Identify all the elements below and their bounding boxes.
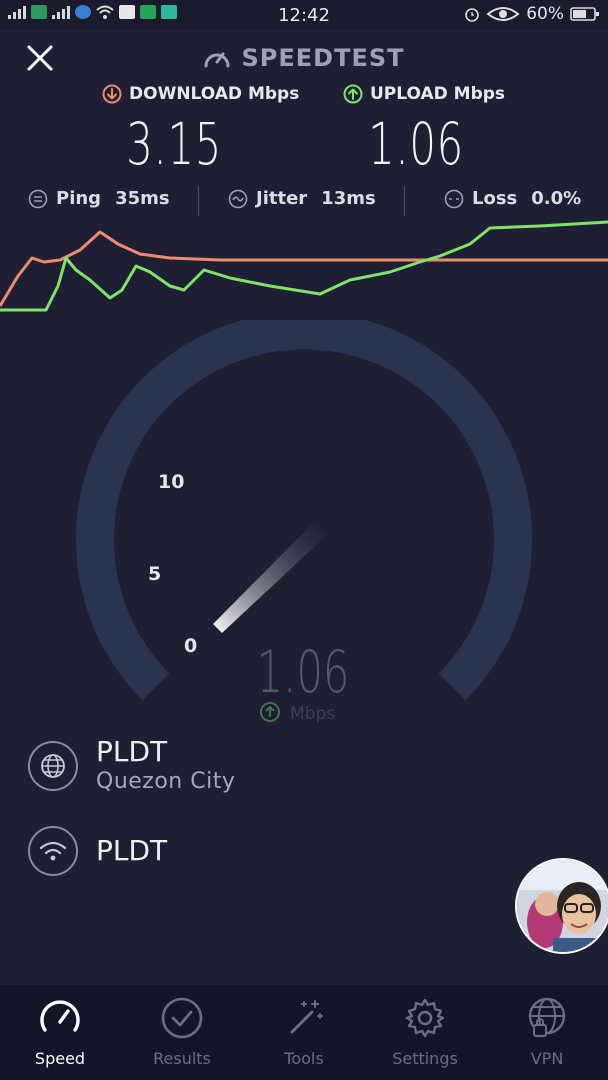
tab-results-label: Results [153, 1049, 211, 1068]
globe-icon [41, 754, 65, 778]
tab-results[interactable]: Results [132, 995, 232, 1068]
gauge-needle [213, 520, 328, 633]
app-title: SPEEDTEST [241, 44, 405, 72]
download-graph-line [0, 230, 608, 307]
tab-settings-label: Settings [392, 1049, 458, 1068]
ping-stat: Ping 35ms [28, 188, 170, 209]
wifi-icon-circle [28, 826, 78, 876]
battery-icon [570, 7, 599, 21]
tab-vpn[interactable]: VPN [497, 995, 597, 1068]
globe-lock-icon [528, 997, 566, 1037]
jitter-label: Jitter [256, 188, 308, 209]
loss-label: Loss [472, 188, 518, 209]
loss-value: 0.0% [531, 188, 582, 209]
speedometer-icon [204, 52, 230, 68]
battery-percent: 60% [526, 4, 564, 24]
magic-wand-icon [290, 1000, 323, 1034]
upload-arrow-icon [343, 84, 363, 104]
gear-icon [405, 998, 445, 1038]
divider [198, 186, 199, 216]
ping-icon [28, 189, 48, 208]
wifi-icon [39, 841, 67, 861]
header: SPEEDTEST [0, 30, 608, 86]
upload-label-text: UPLOAD Mbps [370, 84, 506, 104]
checkmark-icon [161, 997, 203, 1039]
jitter-icon [228, 189, 248, 208]
globe-icon-circle [28, 741, 78, 791]
status-bar: 12:42 60% [0, 0, 608, 30]
gauge-unit: Mbps [290, 704, 335, 724]
upload-arrow-icon [265, 705, 275, 717]
loss-stat: Loss 0.0% [444, 188, 581, 209]
download-value: 3.15 [126, 110, 223, 178]
tab-settings[interactable]: Settings [375, 995, 475, 1068]
network-info[interactable]: PLDT [28, 826, 167, 876]
gauge-tick-10: 10 [158, 471, 184, 493]
download-arrow-icon [102, 84, 122, 104]
gauge-tick-5: 5 [148, 563, 161, 585]
alarm-icon [465, 8, 480, 22]
upload-graph-line [0, 220, 608, 312]
isp-name: PLDT [96, 735, 168, 768]
speed-graph [0, 220, 608, 312]
network-name: PLDT [96, 834, 168, 867]
tab-tools-label: Tools [284, 1049, 324, 1068]
upload-label: UPLOAD Mbps [343, 84, 505, 104]
speedometer-icon [40, 1000, 80, 1032]
ping-label: Ping [56, 188, 102, 209]
download-label-text: DOWNLOAD Mbps [129, 84, 300, 104]
download-label: DOWNLOAD Mbps [102, 84, 299, 104]
jitter-stat: Jitter 13ms [228, 188, 376, 209]
divider [404, 186, 405, 216]
isp-location: Quezon City [96, 769, 236, 794]
tab-tools[interactable]: Tools [254, 995, 354, 1068]
speed-gauge: 10 5 0 1.06 Mbps [76, 320, 532, 724]
chat-head-avatar[interactable] [515, 858, 608, 954]
tab-vpn-label: VPN [530, 1049, 564, 1068]
bottom-tab-bar: Speed Results Tools Settings VPN [0, 985, 608, 1080]
avatar-photo [517, 860, 608, 952]
upload-value: 1.06 [368, 110, 464, 178]
jitter-value: 13ms [321, 188, 376, 209]
gauge-track [76, 320, 532, 701]
isp-provider[interactable]: PLDT Quezon City [28, 736, 235, 796]
eye-icon [486, 7, 520, 21]
loss-icon [444, 189, 464, 208]
ping-value: 35ms [115, 188, 170, 209]
gauge-current-value: 1.06 [257, 638, 350, 706]
tab-speed[interactable]: Speed [10, 995, 110, 1068]
tab-speed-label: Speed [34, 1049, 86, 1068]
gauge-tick-0: 0 [184, 635, 197, 657]
status-icons-right: 60% [464, 4, 600, 24]
